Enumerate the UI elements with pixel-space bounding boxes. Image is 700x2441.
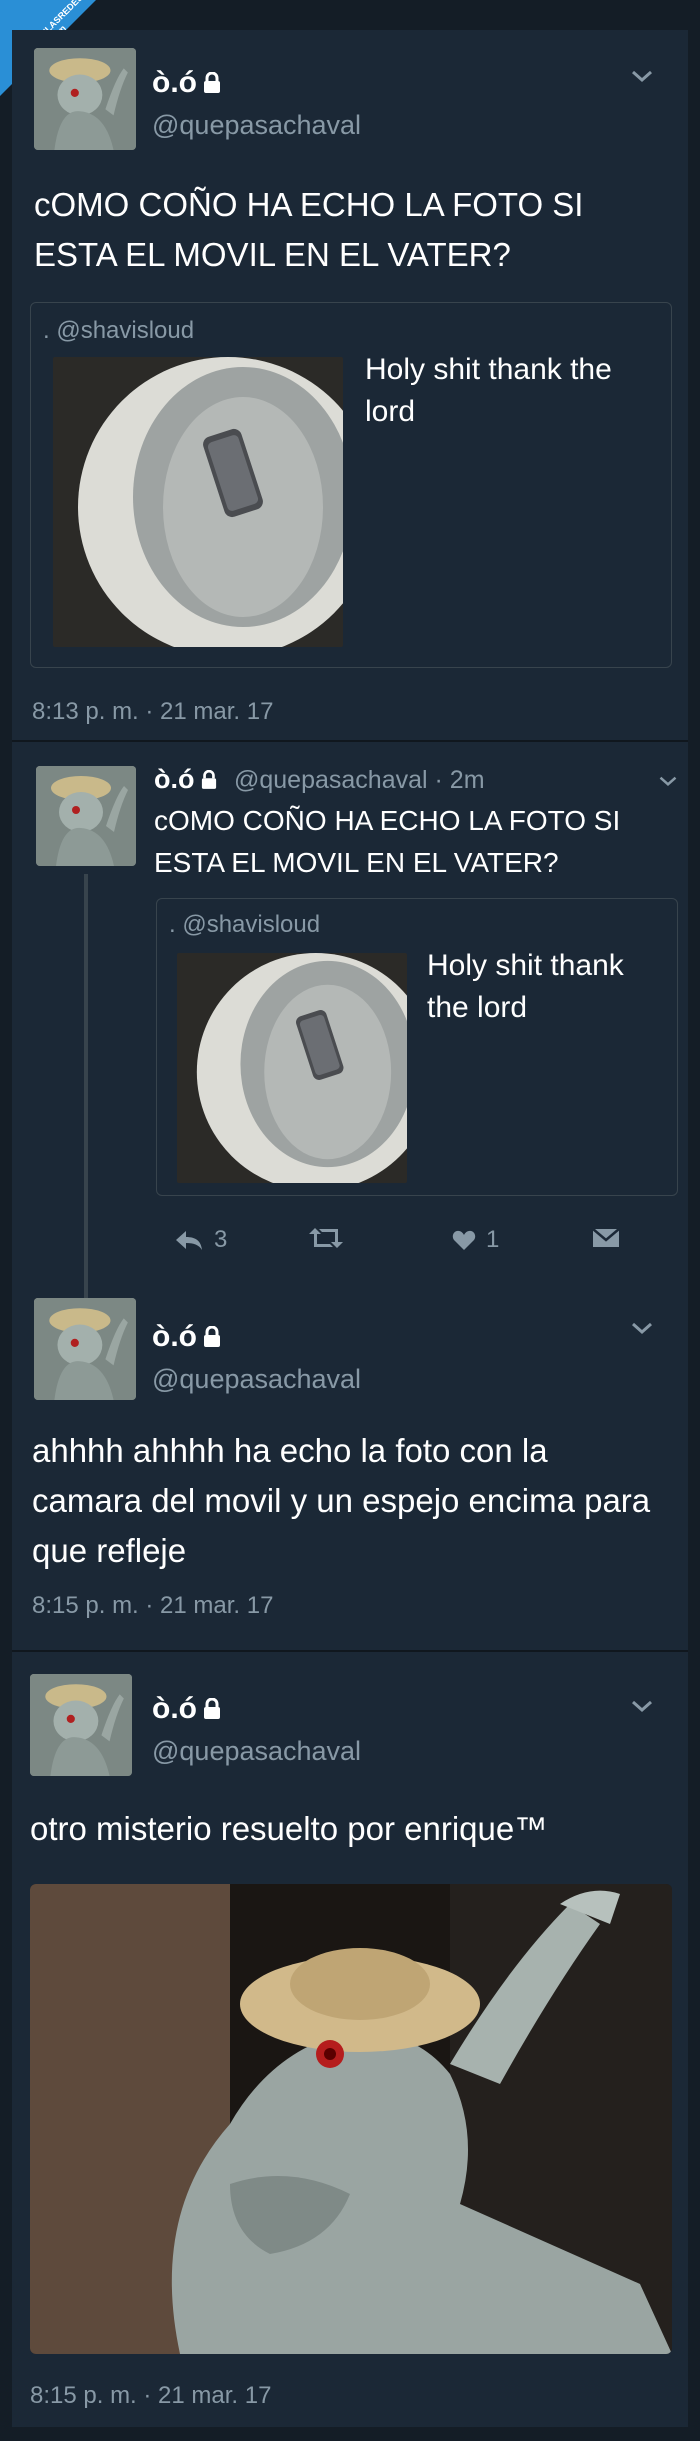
reply-action[interactable]: 3 xyxy=(174,1226,227,1254)
lock-icon xyxy=(204,1698,220,1719)
tweet-card-2[interactable]: ò.ó @quepasachaval · 2m cOMO COÑO HA ECH… xyxy=(12,742,688,1290)
toilet-phone-image xyxy=(177,953,407,1183)
quoted-username[interactable]: . @shavisloud xyxy=(43,317,194,345)
alien-saluting-image xyxy=(30,1884,672,2354)
lock-icon xyxy=(204,72,220,93)
avatar[interactable] xyxy=(36,766,136,866)
retweet-action[interactable] xyxy=(308,1226,354,1250)
avatar[interactable] xyxy=(34,1298,136,1400)
chevron-down-icon[interactable] xyxy=(630,68,654,84)
username[interactable]: @quepasachaval xyxy=(152,1736,361,1767)
quoted-text: Holy shit thank the lord xyxy=(427,949,624,1024)
tweet-text: ahhhh ahhhh ha echo la foto con la camar… xyxy=(32,1432,651,1569)
reply-icon xyxy=(176,1231,202,1250)
timestamp[interactable]: 8:15 p. m. · 21 mar. 17 xyxy=(30,2382,271,2410)
display-name[interactable]: ò.ó xyxy=(152,1692,221,1726)
quoted-photo[interactable] xyxy=(177,953,407,1183)
tweet-photo[interactable] xyxy=(30,1884,672,2354)
username[interactable]: @quepasachaval xyxy=(152,110,361,141)
chevron-down-icon[interactable] xyxy=(630,1698,654,1714)
alien-avatar-image xyxy=(36,766,136,866)
like-icon xyxy=(452,1230,476,1250)
dm-action[interactable] xyxy=(592,1228,620,1248)
thread-line xyxy=(84,1290,88,1298)
retweet-icon xyxy=(309,1228,343,1248)
chevron-down-icon[interactable] xyxy=(630,1320,654,1336)
dm-icon xyxy=(592,1228,620,1247)
quoted-tweet[interactable]: . @shavisloud Holy shit thank the lord xyxy=(156,898,678,1196)
display-name[interactable]: ò.ó xyxy=(154,764,217,795)
tweet-age: · 2m xyxy=(434,766,485,794)
avatar[interactable] xyxy=(30,1674,132,1776)
quoted-photo[interactable] xyxy=(53,357,343,647)
thread-line xyxy=(84,874,88,1290)
lock-icon xyxy=(201,770,216,789)
reply-count: 3 xyxy=(214,1226,228,1253)
display-name[interactable]: ò.ó xyxy=(152,1320,221,1354)
quoted-text: Holy shit thank the lord xyxy=(365,353,612,428)
toilet-phone-image xyxy=(53,357,343,647)
quoted-tweet[interactable]: . @shavisloud Holy shit thank the lord xyxy=(30,302,672,668)
like-count: 1 xyxy=(486,1226,500,1253)
tweet-text: otro misterio resuelto por enrique™ xyxy=(30,1810,548,1847)
username[interactable]: @quepasachaval · 2m xyxy=(234,766,485,795)
alien-avatar-image xyxy=(30,1674,132,1776)
tweet-text: cOMO COÑO HA ECHO LA FOTO SI ESTA EL MOV… xyxy=(154,805,621,878)
alien-avatar-image xyxy=(34,48,136,150)
alien-avatar-image xyxy=(34,1298,136,1400)
timestamp[interactable]: 8:15 p. m. · 21 mar. 17 xyxy=(32,1592,273,1620)
lock-icon xyxy=(204,1326,220,1347)
username[interactable]: @quepasachaval xyxy=(152,1364,361,1395)
screenshot-frame: VISTOENLASREDES .com ò.ó @quepasachaval … xyxy=(0,0,700,2441)
timestamp[interactable]: 8:13 p. m. · 21 mar. 17 xyxy=(32,698,273,726)
display-name[interactable]: ò.ó xyxy=(152,66,221,100)
tweet-card-1[interactable]: ò.ó @quepasachaval cOMO COÑO HA ECHO LA … xyxy=(12,30,688,740)
avatar[interactable] xyxy=(34,48,136,150)
chevron-down-icon[interactable] xyxy=(658,774,678,788)
quoted-username[interactable]: . @shavisloud xyxy=(169,911,320,939)
tweet-card-4[interactable]: ò.ó @quepasachaval otro misterio resuelt… xyxy=(12,1652,688,2427)
like-action[interactable]: 1 xyxy=(452,1226,499,1254)
tweet-card-3[interactable]: ò.ó @quepasachaval ahhhh ahhhh ha echo l… xyxy=(12,1290,688,1650)
tweet-text: cOMO COÑO HA ECHO LA FOTO SI ESTA EL MOV… xyxy=(34,186,584,273)
